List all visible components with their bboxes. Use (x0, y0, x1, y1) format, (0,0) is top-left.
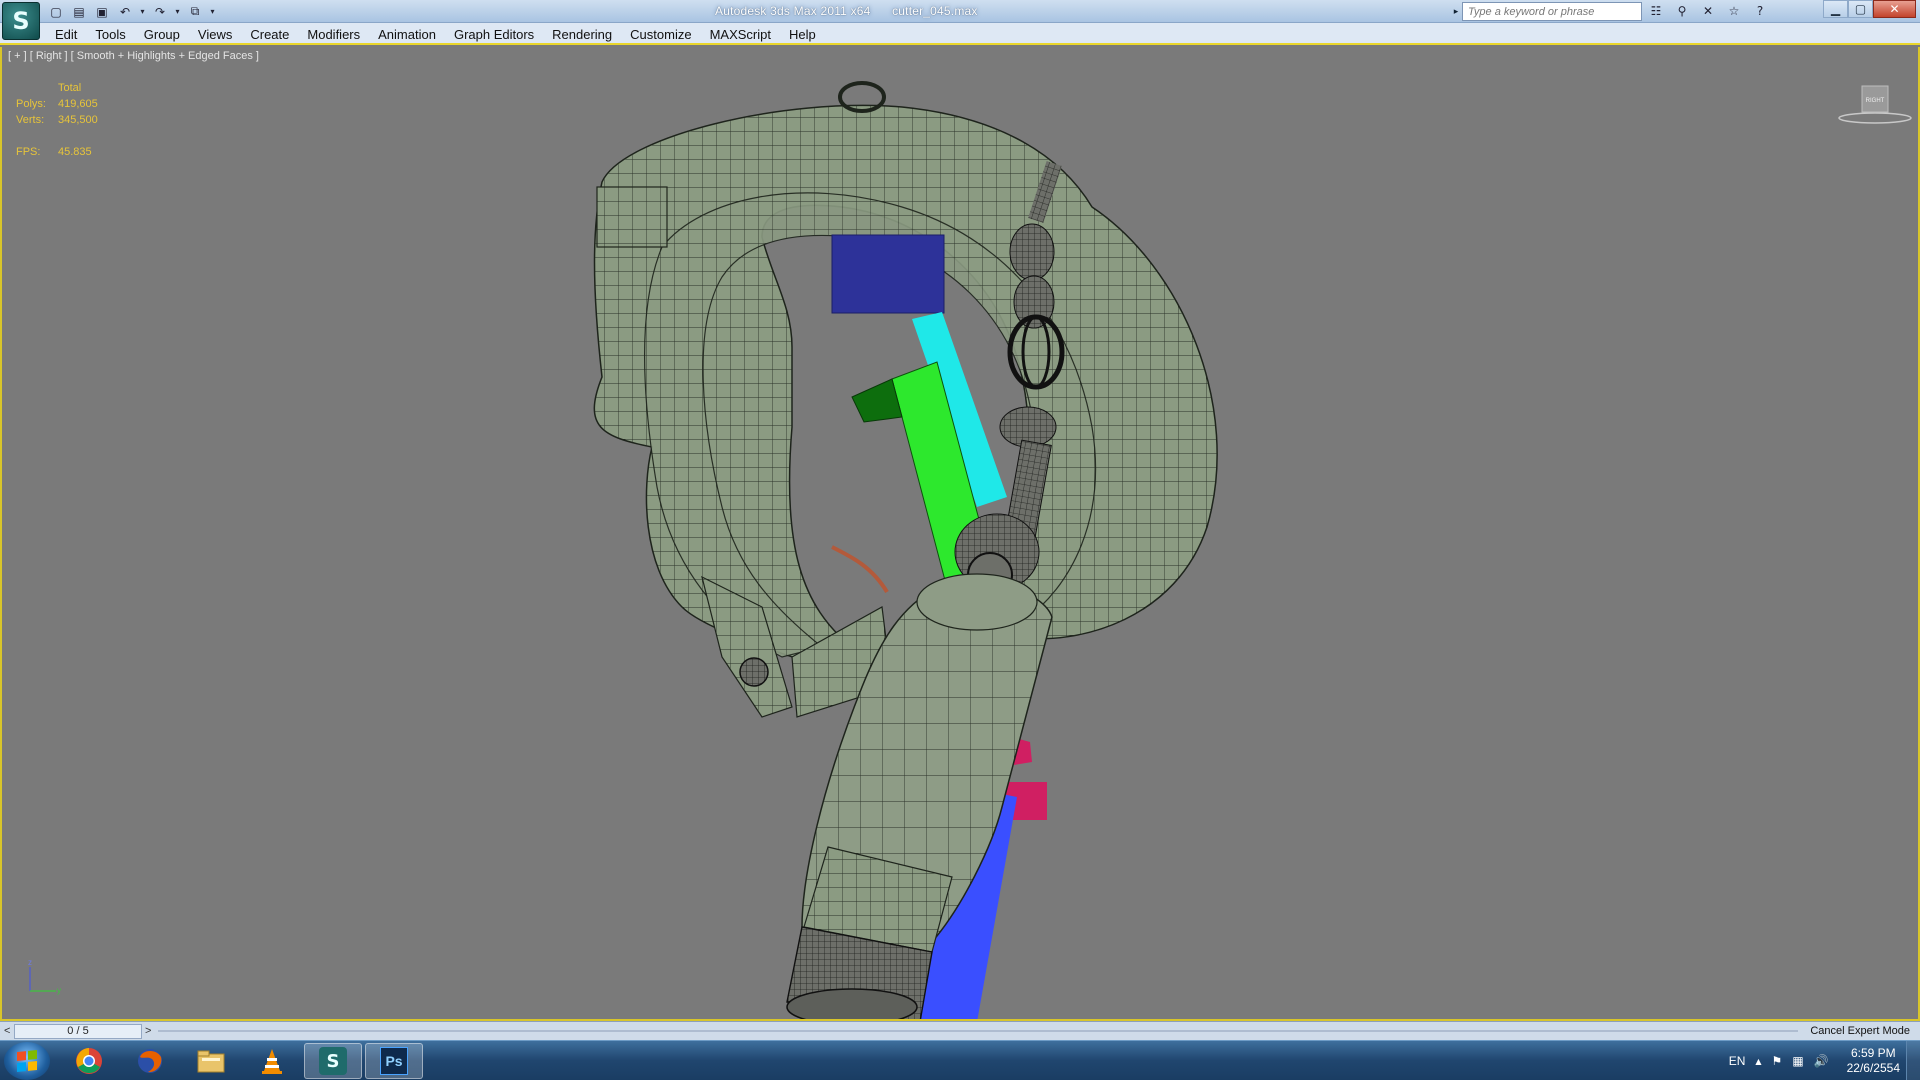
clock-date: 22/6/2554 (1846, 1061, 1900, 1075)
firefox-icon (138, 1049, 162, 1073)
redo-dropdown-icon[interactable]: ▾ (173, 3, 182, 21)
start-button[interactable] (4, 1042, 50, 1080)
verts-value: 345,500 (58, 114, 98, 126)
folder-icon (197, 1050, 225, 1073)
time-prev-arrow[interactable]: < (4, 1025, 10, 1037)
new-file-icon[interactable]: ▢ (46, 3, 66, 21)
customize-quick-access-icon[interactable]: ▾ (208, 3, 217, 21)
menu-group[interactable]: Group (135, 26, 189, 43)
time-slider-track[interactable] (158, 1030, 1798, 1032)
menu-customize[interactable]: Customize (621, 26, 700, 43)
chrome-icon (76, 1048, 102, 1074)
verts-label: Verts: (16, 114, 45, 126)
system-tray: EN ▲ ⚑ ▦ 🔊 6:59 PM 22/6/2554 (1729, 1045, 1900, 1077)
search-expand-icon[interactable]: ▸ (1450, 3, 1462, 19)
windows-taskbar: S Ps EN ▲ ⚑ ▦ 🔊 6:59 PM 22/6/2554 (0, 1040, 1920, 1080)
file-title: cutter_045.max (892, 4, 978, 18)
menu-rendering[interactable]: Rendering (543, 26, 621, 43)
window-controls: ▁ ▢ ✕ (1823, 0, 1916, 18)
time-slider-thumb[interactable]: 0 / 5 (14, 1024, 142, 1039)
minimize-button[interactable]: ▁ (1823, 0, 1848, 18)
help-icon[interactable]: ? (1749, 2, 1771, 20)
scene-model[interactable] (2, 47, 1918, 1021)
show-desktop-button[interactable] (1906, 1041, 1920, 1080)
polys-value: 419,605 (58, 98, 98, 110)
volume-icon[interactable]: 🔊 (1814, 1054, 1829, 1068)
show-hidden-icons-icon[interactable]: ▲ (1755, 1057, 1761, 1066)
axis-tripod-icon: z y (28, 958, 61, 995)
photoshop-icon: Ps (380, 1047, 408, 1075)
menu-maxscript[interactable]: MAXScript (701, 26, 780, 43)
cancel-expert-mode-button[interactable]: Cancel Expert Mode (1810, 1025, 1910, 1037)
viewcube[interactable]: RIGHT (1830, 84, 1920, 124)
polys-label: Polys: (16, 98, 46, 110)
info-center-toolbar: ☷ ⚲ ✕ ☆ ? (1645, 2, 1771, 20)
open-file-icon[interactable]: ▤ (69, 3, 89, 21)
menu-tools[interactable]: Tools (86, 26, 134, 43)
vlc-cone-icon (262, 1049, 282, 1074)
project-folder-icon[interactable]: ⧉ (185, 3, 205, 21)
axis-y-label: y (57, 986, 61, 995)
clock-time: 6:59 PM (1850, 1046, 1896, 1060)
title-bar: ▢ ▤ ▣ ↶ ▾ ↷ ▾ ⧉ ▾ Autodesk 3ds Max 2011 … (0, 0, 1920, 23)
undo-dropdown-icon[interactable]: ▾ (138, 3, 147, 21)
fps-label: FPS: (16, 146, 41, 158)
windows-logo-icon (17, 1049, 37, 1073)
viewport-right[interactable]: [ + ] [ Right ] [ Smooth + Highlights + … (0, 47, 1920, 1021)
action-center-flag-icon[interactable]: ⚑ (1772, 1054, 1783, 1068)
network-icon[interactable]: ▦ (1792, 1054, 1803, 1068)
save-file-icon[interactable]: ▣ (92, 3, 112, 21)
taskbar-explorer[interactable] (182, 1043, 240, 1079)
menu-create[interactable]: Create (241, 26, 298, 43)
3dsmax-icon: S (319, 1047, 347, 1075)
viewport-statistics: Total Polys: 419,605 Verts: 345,500 FPS: 45… (16, 80, 98, 160)
favorites-star-icon[interactable]: ☆ (1723, 2, 1745, 20)
maximize-button[interactable]: ▢ (1848, 0, 1873, 18)
taskbar-3dsmax[interactable]: S (304, 1043, 362, 1079)
blue-block (831, 234, 945, 314)
application-button[interactable]: S (2, 2, 40, 40)
menu-bar: Edit Tools Group Views Create Modifiers … (0, 23, 1920, 45)
search-input[interactable]: Type a keyword or phrase (1462, 2, 1642, 21)
subscription-key-icon[interactable]: ⚲ (1671, 2, 1693, 20)
taskbar-photoshop[interactable]: Ps (365, 1043, 423, 1079)
taskbar-clock[interactable]: 6:59 PM 22/6/2554 (1847, 1046, 1900, 1076)
menu-animation[interactable]: Animation (369, 26, 445, 43)
quick-access-toolbar: ▢ ▤ ▣ ↶ ▾ ↷ ▾ ⧉ ▾ (46, 2, 217, 21)
menu-graph-editors[interactable]: Graph Editors (445, 26, 543, 43)
fps-value: 45.835 (58, 146, 92, 158)
redo-icon[interactable]: ↷ (150, 3, 170, 21)
undo-icon[interactable]: ↶ (115, 3, 135, 21)
taskbar-vlc[interactable] (243, 1043, 301, 1079)
close-button[interactable]: ✕ (1873, 0, 1916, 18)
menu-edit[interactable]: Edit (46, 26, 86, 43)
stats-header: Total (58, 82, 82, 94)
axis-z-label: z (28, 958, 32, 967)
menu-views[interactable]: Views (189, 26, 241, 43)
binoculars-icon[interactable]: ☷ (1645, 2, 1667, 20)
app-title: Autodesk 3ds Max 2011 x64 (715, 4, 871, 18)
communication-center-icon[interactable]: ✕ (1697, 2, 1719, 20)
menu-modifiers[interactable]: Modifiers (298, 26, 369, 43)
taskbar-firefox[interactable] (121, 1043, 179, 1079)
viewcube-face-label: RIGHT (1866, 98, 1885, 104)
taskbar-chrome[interactable] (60, 1043, 118, 1079)
language-indicator[interactable]: EN (1729, 1054, 1746, 1068)
menu-help[interactable]: Help (780, 26, 825, 43)
viewport-label[interactable]: [ + ] [ Right ] [ Smooth + Highlights + … (8, 50, 259, 62)
window-title: Autodesk 3ds Max 2011 x64 cutter_045.max (715, 4, 996, 18)
time-slider-bar: < 0 / 5 > Cancel Expert Mode (0, 1021, 1920, 1040)
time-next-arrow[interactable]: > (145, 1025, 151, 1037)
